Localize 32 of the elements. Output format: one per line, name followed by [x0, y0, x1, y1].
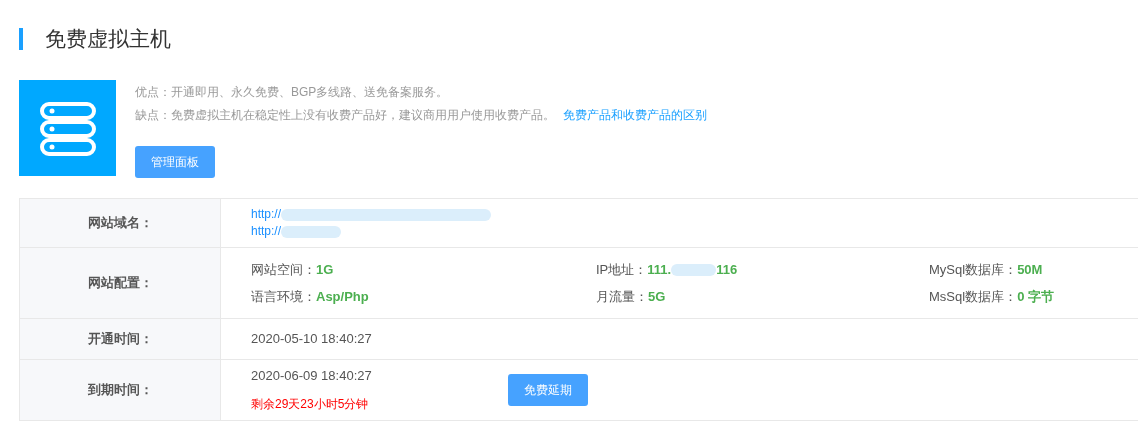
- expiry-time: 2020-06-09 18:40:27: [251, 369, 372, 383]
- config-value: Asp/Php: [316, 287, 369, 306]
- title-accent-bar: [19, 28, 23, 50]
- page-title: 免费虚拟主机: [45, 26, 171, 53]
- free-extend-button[interactable]: 免费延期: [507, 374, 588, 406]
- config-label: IP地址：: [596, 260, 648, 279]
- row-label: 到期时间：: [87, 381, 153, 400]
- row-label: 开通时间：: [87, 330, 153, 349]
- redaction-blur: [281, 225, 342, 238]
- config-value: 5G: [648, 287, 666, 306]
- remaining-time: 剩余29天23小时5分钟: [251, 397, 370, 411]
- config-label: 月流量：: [596, 287, 648, 306]
- row-label: 网站域名：: [87, 214, 153, 233]
- server-icon: [19, 80, 116, 176]
- open-time: 2020-05-10 18:40:27: [251, 330, 372, 349]
- config-value: 111.: [647, 260, 672, 279]
- config-label: MsSql数据库：: [929, 287, 1018, 306]
- config-value: 0 字节: [1017, 287, 1054, 306]
- row-label: 网站配置：: [87, 274, 153, 293]
- cons-text: 缺点：免费虚拟主机在稳定性上没有收费产品好，建议商用用户使用收费产品。: [135, 107, 555, 124]
- site-url-link[interactable]: http://: [251, 206, 282, 223]
- config-label: 语言环境：: [251, 287, 316, 306]
- config-value: 50M: [1017, 260, 1043, 279]
- config-value: 1G: [316, 260, 334, 279]
- config-label: 网站空间：: [251, 260, 316, 279]
- site-url-link[interactable]: http://: [251, 223, 282, 240]
- config-value: 116: [716, 260, 738, 279]
- pros-text: 优点：开通即用、永久免费、BGP多线路、送免备案服务。: [135, 84, 450, 101]
- config-label: MySql数据库：: [929, 260, 1018, 279]
- redaction-blur: [671, 263, 717, 276]
- manage-panel-button[interactable]: 管理面板: [135, 146, 215, 178]
- comparison-link[interactable]: 免费产品和收费产品的区别: [563, 105, 707, 125]
